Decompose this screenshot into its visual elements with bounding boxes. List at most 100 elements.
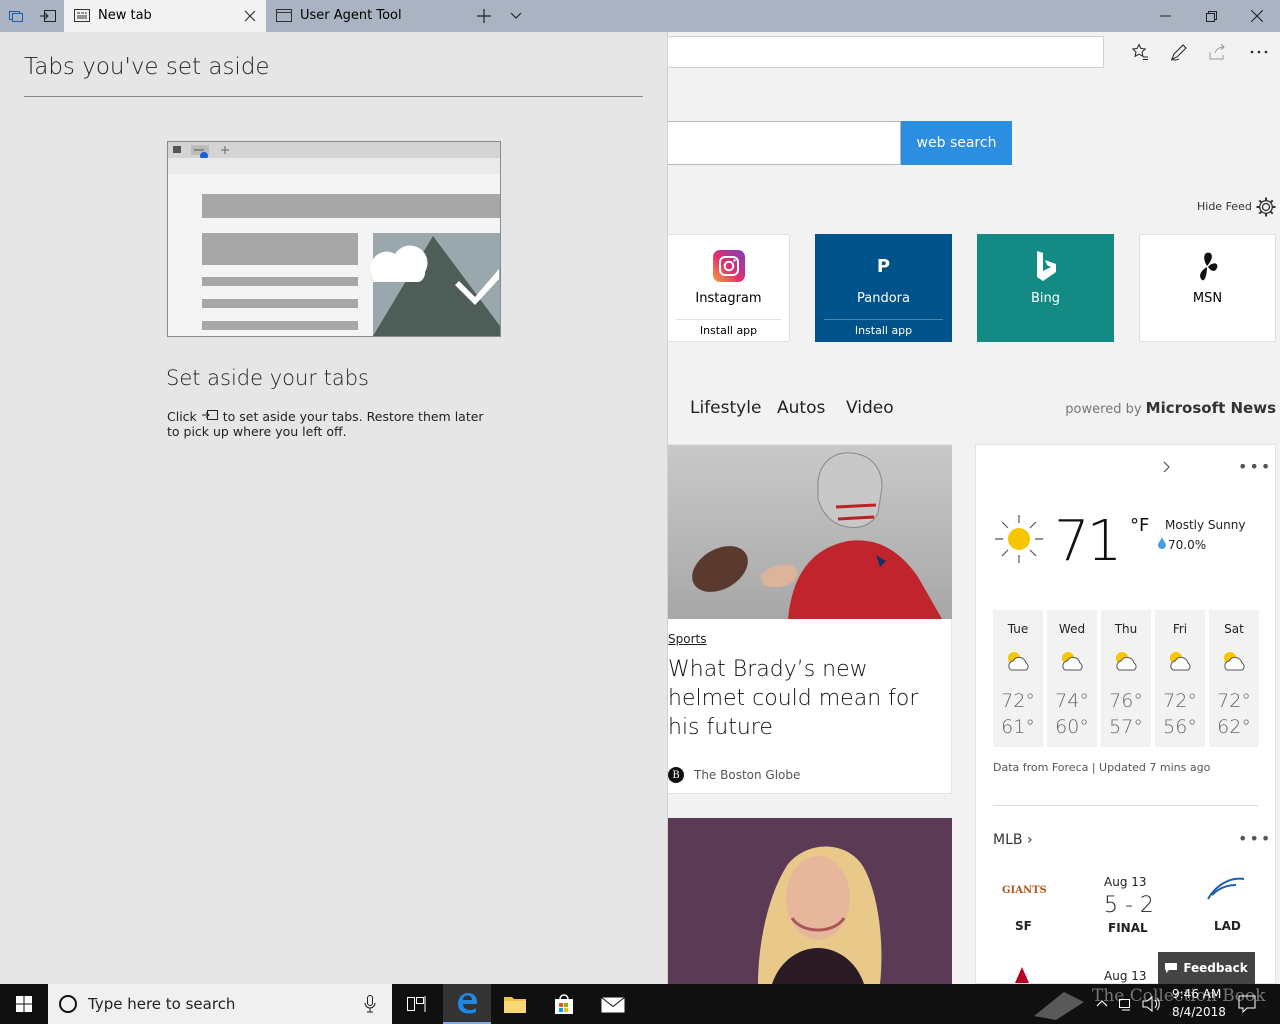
windows-logo-icon	[16, 996, 32, 1012]
temperature-unit[interactable]: °F	[1130, 515, 1149, 536]
panel-heading: Set aside your tabs	[166, 366, 369, 390]
new-tab-button[interactable]	[468, 0, 500, 32]
game-date: Aug 13	[1104, 969, 1147, 983]
forecast-day[interactable]: Tue 72° 61°	[993, 610, 1043, 747]
chevron-right-icon: ›	[1026, 832, 1033, 848]
tab-new-tab[interactable]: New tab	[64, 0, 266, 32]
mail-icon	[601, 997, 625, 1013]
more-options-icon[interactable]: •••	[1238, 829, 1272, 848]
top-site-instagram[interactable]: Instagram Install app	[668, 234, 790, 342]
top-site-msn[interactable]: MSN	[1139, 234, 1276, 342]
network-icon[interactable]	[1118, 996, 1134, 1012]
forecast-low: 61°	[1001, 716, 1035, 738]
watermark-book-icon	[1034, 992, 1084, 1020]
clock-time[interactable]: 9:46 AM	[1172, 987, 1221, 1001]
more-button[interactable]	[1241, 38, 1277, 66]
folder-icon	[504, 997, 526, 1013]
hide-feed-link[interactable]: Hide Feed	[1197, 200, 1252, 213]
taskbar: Type here to search The Collection Book …	[0, 984, 1280, 1024]
divider	[993, 805, 1258, 806]
taskbar-search-box[interactable]: Type here to search	[48, 984, 392, 1024]
install-app-link[interactable]: Install app	[676, 319, 781, 337]
web-search-button[interactable]: web search	[901, 121, 1012, 165]
chevron-down-icon	[510, 12, 522, 19]
forecast-day[interactable]: Wed 74° 60°	[1047, 610, 1097, 747]
restore-button[interactable]	[1188, 0, 1234, 32]
news-image-football-player	[668, 445, 952, 619]
tab-label: New tab	[98, 8, 152, 23]
task-view-button[interactable]	[392, 984, 440, 1024]
web-search-input[interactable]	[668, 121, 901, 165]
news-headline[interactable]: What Brady’s new helmet could mean for h…	[668, 655, 948, 742]
minimize-button[interactable]	[1142, 0, 1188, 32]
news-tab-lifestyle[interactable]: Lifestyle	[690, 398, 761, 418]
top-site-pandora[interactable]: P Pandora Install app	[815, 234, 952, 342]
forecast-low: 56°	[1163, 716, 1197, 738]
news-card[interactable]: Sports What Brady’s new helmet could mea…	[668, 444, 952, 794]
forecast-day[interactable]: Sat 72° 62°	[1209, 610, 1259, 747]
tab-preview-button[interactable]	[500, 0, 532, 32]
more-options-icon[interactable]: •••	[1238, 457, 1272, 476]
install-app-link[interactable]: Install app	[824, 319, 943, 337]
forecast-day-name: Tue	[1007, 622, 1029, 636]
forecast-day[interactable]: Fri 72° 56°	[1155, 610, 1205, 747]
precipitation: 70.0%	[1168, 538, 1207, 552]
edge-taskbar-button[interactable]	[443, 984, 491, 1024]
partly-cloudy-icon	[1116, 652, 1137, 671]
set-aside-illustration	[167, 141, 501, 337]
forecast-day-name: Sat	[1224, 622, 1244, 636]
news-image-celebrity[interactable]	[668, 818, 952, 984]
forecast-day[interactable]: Thu 76° 57°	[1101, 610, 1151, 747]
pen-icon	[1170, 44, 1187, 61]
panel-description: Click to set aside your tabs. Restore th…	[167, 409, 497, 439]
more-icon	[1250, 50, 1268, 54]
store-button[interactable]	[540, 984, 588, 1024]
favorites-button[interactable]	[1122, 38, 1158, 66]
forecast-low: 57°	[1109, 716, 1143, 738]
feedback-button[interactable]: Feedback	[1158, 952, 1255, 984]
weather-source: Data from Foreca | Updated 7 mins ago	[993, 761, 1211, 774]
dodgers-logo	[1207, 877, 1245, 900]
address-bar[interactable]	[668, 36, 1104, 68]
news-category[interactable]: Sports	[668, 632, 706, 646]
weather-condition: Mostly Sunny	[1165, 518, 1246, 532]
clock-date[interactable]: 8/4/2018	[1172, 1005, 1226, 1019]
tabs-aside-icon[interactable]	[0, 0, 32, 32]
tabs-set-aside-panel: Tabs you've set aside Set aside your tab…	[0, 32, 668, 984]
news-tab-autos[interactable]: Autos	[777, 398, 825, 418]
chevron-up-icon[interactable]	[1096, 998, 1108, 1010]
current-temperature: 71	[1054, 509, 1122, 574]
mail-button[interactable]	[589, 984, 637, 1024]
chevron-right-icon[interactable]	[1163, 461, 1171, 473]
raindrop-icon	[1158, 537, 1166, 549]
tab-label: User Agent Tool	[300, 8, 402, 23]
close-window-button[interactable]	[1234, 0, 1280, 32]
notifications-icon[interactable]	[1238, 995, 1256, 1013]
forecast-low: 62°	[1217, 716, 1251, 738]
game-status: FINAL	[1108, 921, 1148, 935]
volume-icon[interactable]	[1142, 996, 1160, 1012]
set-aside-tabs-icon	[201, 410, 218, 420]
close-tab-icon[interactable]	[242, 8, 258, 24]
minimize-icon	[1159, 15, 1171, 17]
notes-button[interactable]	[1161, 38, 1197, 66]
forecast-high: 76°	[1109, 690, 1143, 712]
partly-cloudy-icon	[1008, 652, 1029, 671]
partly-cloudy-icon	[1062, 652, 1083, 671]
microphone-icon[interactable]	[364, 995, 376, 1013]
page-icon	[276, 9, 292, 22]
share-button[interactable]	[1200, 38, 1236, 66]
top-site-bing[interactable]: Bing	[977, 234, 1114, 342]
set-aside-tabs-icon[interactable]	[32, 0, 64, 32]
forecast-day-name: Thu	[1114, 622, 1138, 636]
gear-icon[interactable]	[1255, 196, 1277, 218]
tab-user-agent-tool[interactable]: User Agent Tool	[266, 0, 466, 32]
start-button[interactable]	[0, 984, 48, 1024]
file-explorer-button[interactable]	[491, 984, 539, 1024]
mlb-label: MLB	[993, 832, 1023, 848]
mlb-link[interactable]: MLB ›	[993, 832, 1033, 848]
divider	[24, 96, 643, 97]
weather-card[interactable]: ••• 71 °F Mostly Sunny 70.0% Tue 72° 61°…	[975, 444, 1276, 984]
edge-icon	[458, 993, 477, 1014]
news-tab-video[interactable]: Video	[846, 398, 894, 418]
